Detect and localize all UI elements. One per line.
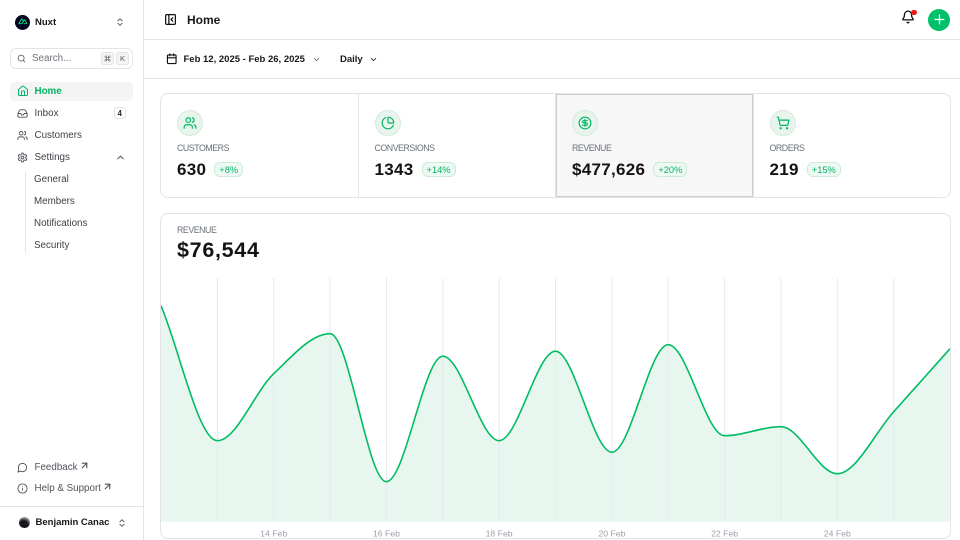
svg-text:14 Feb: 14 Feb <box>260 528 287 538</box>
svg-text:16 Feb: 16 Feb <box>373 528 400 538</box>
svg-text:24 Feb: 24 Feb <box>824 528 851 538</box>
svg-text:18 Feb: 18 Feb <box>486 528 513 538</box>
svg-text:22 Feb: 22 Feb <box>711 528 738 538</box>
svg-text:20 Feb: 20 Feb <box>598 528 625 538</box>
